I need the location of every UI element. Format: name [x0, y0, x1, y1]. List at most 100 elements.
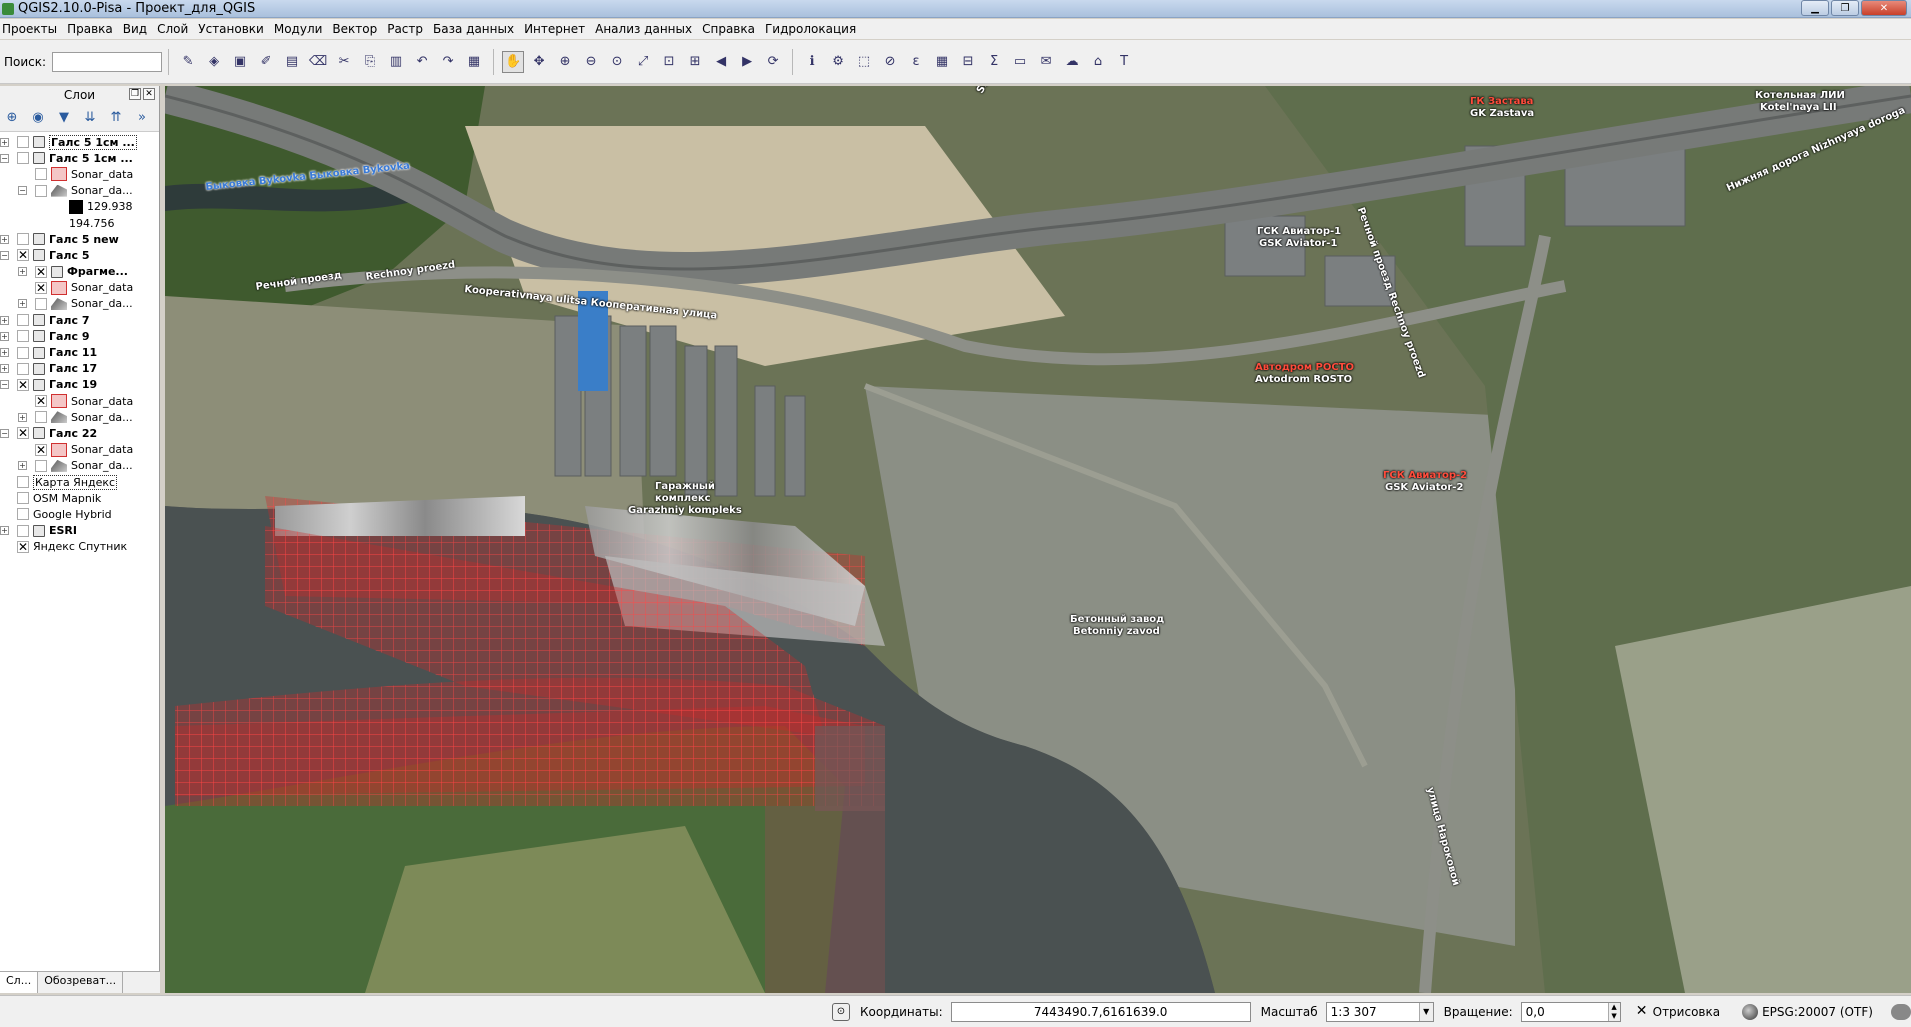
- menu-item[interactable]: Слой: [155, 22, 196, 36]
- paste-icon[interactable]: ▥: [385, 51, 407, 73]
- identify-icon[interactable]: ℹ: [801, 51, 823, 73]
- layer-visibility-checkbox[interactable]: [17, 152, 29, 165]
- expand-icon[interactable]: +: [0, 364, 9, 374]
- layer-tree-item[interactable]: 129.938: [0, 199, 159, 215]
- zoom-in-icon[interactable]: ⊕: [554, 51, 576, 73]
- tab-layers[interactable]: Сл...: [0, 972, 39, 993]
- collapse-icon[interactable]: −: [0, 380, 9, 390]
- spin-arrows-icon[interactable]: ▲ ▼: [1607, 1002, 1620, 1021]
- more-icon[interactable]: »: [132, 108, 152, 128]
- layer-tree-item[interactable]: ✕ Яндекс Спутник: [0, 539, 159, 555]
- layer-visibility-checkbox[interactable]: [17, 136, 29, 149]
- layer-tree-item[interactable]: + Галс 5 1см ...: [0, 134, 159, 150]
- layer-visibility-checkbox[interactable]: [35, 184, 47, 197]
- crs-label[interactable]: EPSG:20007 (OTF): [1762, 1005, 1873, 1019]
- close-panel-button[interactable]: ✕: [143, 88, 155, 100]
- delete-icon[interactable]: ⌫: [307, 51, 329, 73]
- digitize-icon[interactable]: ✎: [177, 51, 199, 73]
- attribute-table-icon[interactable]: ▦: [931, 51, 953, 73]
- refresh-icon[interactable]: ⟳: [762, 51, 784, 73]
- menu-item[interactable]: Модули: [272, 22, 331, 36]
- zoom-last-icon[interactable]: ◀: [710, 51, 732, 73]
- close-button[interactable]: ✕: [1861, 0, 1907, 16]
- menu-item[interactable]: Вид: [121, 22, 155, 36]
- layer-visibility-checkbox[interactable]: ✕: [17, 378, 29, 391]
- zoom-native-icon[interactable]: ⊙: [606, 51, 628, 73]
- search-input[interactable]: [52, 51, 163, 72]
- maximize-button[interactable]: ❐: [1831, 0, 1859, 16]
- layer-tree-item[interactable]: + ESRI: [0, 523, 159, 539]
- layer-tree-item[interactable]: Sonar_data: [0, 166, 159, 182]
- layer-tree-item[interactable]: − Sonar_da...: [0, 183, 159, 199]
- expand-icon[interactable]: +: [0, 331, 9, 341]
- expand-icon[interactable]: +: [18, 267, 27, 277]
- layer-tree-item[interactable]: 194.756: [0, 215, 159, 231]
- label-icon[interactable]: T: [1113, 51, 1135, 73]
- layer-tree-item[interactable]: + Sonar_da...: [0, 458, 159, 474]
- layer-tree-item[interactable]: ✕ Sonar_data: [0, 393, 159, 409]
- layer-visibility-checkbox[interactable]: [17, 346, 29, 359]
- layer-visibility-checkbox[interactable]: [17, 476, 29, 489]
- manage-visibility-icon[interactable]: ◉: [28, 108, 48, 128]
- menu-item[interactable]: Установки: [196, 22, 272, 36]
- measure-icon[interactable]: ▭: [1009, 51, 1031, 73]
- zoom-selection-icon[interactable]: ⊞: [684, 51, 706, 73]
- edit-icon[interactable]: ✐: [255, 51, 277, 73]
- expand-icon[interactable]: +: [0, 137, 9, 147]
- layer-visibility-checkbox[interactable]: [17, 330, 29, 343]
- expand-all-icon[interactable]: ⇊: [80, 108, 100, 128]
- statistics-icon[interactable]: Σ: [983, 51, 1005, 73]
- menu-item[interactable]: Анализ данных: [593, 22, 700, 36]
- render-checkbox[interactable]: ✕: [1635, 1004, 1649, 1019]
- layer-tree-item[interactable]: − Галс 5 1см ...: [0, 150, 159, 166]
- layer-visibility-checkbox[interactable]: ✕: [35, 443, 47, 456]
- layer-visibility-checkbox[interactable]: [17, 362, 29, 375]
- annotation-icon[interactable]: ✉: [1035, 51, 1057, 73]
- expand-icon[interactable]: +: [0, 526, 9, 536]
- layer-visibility-checkbox[interactable]: ✕: [35, 281, 47, 294]
- messages-icon[interactable]: [1890, 1003, 1911, 1020]
- layer-tree-item[interactable]: + Sonar_da...: [0, 296, 159, 312]
- chevron-down-icon[interactable]: ▼: [1418, 1002, 1433, 1021]
- layer-tree-item[interactable]: ✕ Sonar_data: [0, 280, 159, 296]
- layer-tree-item[interactable]: OSM Mapnik: [0, 490, 159, 506]
- layer-visibility-checkbox[interactable]: [17, 508, 29, 521]
- layer-visibility-checkbox[interactable]: [17, 524, 29, 537]
- menu-item[interactable]: База данных: [431, 22, 522, 36]
- layer-tree-item[interactable]: + Галс 11: [0, 344, 159, 360]
- text-annotation-icon[interactable]: ⌂: [1087, 51, 1109, 73]
- zoom-layer-icon[interactable]: ⊡: [658, 51, 680, 73]
- action-icon[interactable]: ⚙: [827, 51, 849, 73]
- coordinate-toggle-icon[interactable]: ⊙: [832, 1002, 850, 1021]
- deselect-icon[interactable]: ⊘: [879, 51, 901, 73]
- layer-tree-item[interactable]: + Галс 5 new: [0, 231, 159, 247]
- node-icon[interactable]: ◈: [203, 51, 225, 73]
- layer-visibility-checkbox[interactable]: [35, 297, 47, 310]
- redo-icon[interactable]: ↷: [437, 51, 459, 73]
- layer-visibility-checkbox[interactable]: ✕: [17, 540, 29, 553]
- float-panel-button[interactable]: ❐: [129, 88, 141, 100]
- field-calc-icon[interactable]: ⊟: [957, 51, 979, 73]
- expand-icon[interactable]: +: [18, 461, 27, 471]
- menu-item[interactable]: Правка: [65, 22, 121, 36]
- tab-browser[interactable]: Обозреват...: [38, 972, 124, 993]
- layer-tree-item[interactable]: Google Hybrid: [0, 506, 159, 522]
- menu-item[interactable]: Вектор: [330, 22, 385, 36]
- zoom-next-icon[interactable]: ▶: [736, 51, 758, 73]
- zoom-full-icon[interactable]: ⤢: [632, 51, 654, 73]
- tip-icon[interactable]: ☁: [1061, 51, 1083, 73]
- undo-icon[interactable]: ↶: [411, 51, 433, 73]
- layer-add-icon[interactable]: ▣: [229, 51, 251, 73]
- layer-visibility-checkbox[interactable]: [35, 168, 47, 181]
- select-feature-icon[interactable]: ⬚: [853, 51, 875, 73]
- layer-tree-item[interactable]: + Галс 17: [0, 361, 159, 377]
- layer-visibility-checkbox[interactable]: ✕: [35, 265, 47, 278]
- menu-item[interactable]: Растр: [385, 22, 431, 36]
- save-edits-icon[interactable]: ▤: [281, 51, 303, 73]
- layer-tree-item[interactable]: + Sonar_da...: [0, 409, 159, 425]
- copy-icon[interactable]: ⎘: [359, 51, 381, 73]
- add-group-icon[interactable]: ⊕: [2, 108, 22, 128]
- pan-icon[interactable]: ✋: [502, 50, 525, 73]
- layer-visibility-checkbox[interactable]: ✕: [35, 395, 47, 408]
- expand-icon[interactable]: +: [0, 315, 9, 325]
